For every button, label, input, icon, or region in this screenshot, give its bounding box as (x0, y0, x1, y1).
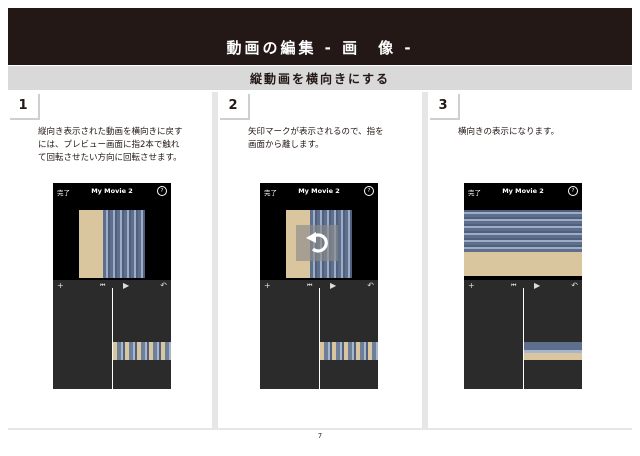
undo-icon[interactable]: ↶ (160, 281, 167, 290)
step-description: 縦向き表示された動画を横向きに戻す には、プレビュー画面に指2本で触れ て回転さ… (38, 126, 206, 165)
page-header: 動画の編集 - 画 像 - (8, 8, 632, 65)
description-line: 縦向き表示された動画を横向きに戻す (38, 127, 183, 137)
description-line: には、プレビュー画面に指2本で触れ (38, 140, 180, 150)
video-preview[interactable] (464, 210, 582, 276)
playhead[interactable] (112, 288, 113, 389)
imovie-top-bar: 完了 My Movie 2 ? (464, 183, 582, 199)
step-2: 2 矢印マークが表示されるので、指を 画面から離します。 完了 My Movie… (218, 92, 422, 428)
timeline-clip[interactable] (320, 342, 378, 360)
phone-screenshot: 完了 My Movie 2 ? + ⏮ ▶ ↶ (260, 183, 378, 389)
rewind-icon[interactable]: ⏮ (100, 282, 105, 290)
preview-curtain-region (464, 210, 582, 252)
rewind-icon[interactable]: ⏮ (307, 282, 312, 290)
page-number: 7 (317, 432, 323, 440)
rotate-overlay (296, 225, 338, 261)
step-description: 横向きの表示になります。 (458, 126, 626, 139)
description-line: 矢印マークが表示されるので、指を (248, 127, 384, 137)
step-number: 1 (8, 92, 38, 118)
timeline-clip[interactable] (524, 342, 582, 360)
phone-screenshot: 完了 My Movie 2 ? + ⏮ ▶ ↶ (464, 183, 582, 389)
help-icon[interactable]: ? (364, 186, 374, 196)
project-title: My Movie 2 (91, 187, 133, 195)
description-line: 横向きの表示になります。 (458, 127, 560, 137)
timeline-panel: + ⏮ ▶ ↶ (53, 280, 171, 389)
add-icon[interactable]: + (57, 281, 64, 290)
help-icon[interactable]: ? (157, 186, 167, 196)
step-description: 矢印マークが表示されるので、指を 画面から離します。 (248, 126, 416, 152)
video-preview[interactable] (79, 210, 145, 278)
description-line: 画面から離します。 (248, 140, 324, 150)
rotate-arrow-icon (306, 232, 328, 253)
rewind-icon[interactable]: ⏮ (511, 282, 516, 290)
play-icon[interactable]: ▶ (330, 281, 336, 290)
help-icon[interactable]: ? (568, 186, 578, 196)
footer-divider (8, 428, 632, 430)
timeline-panel: + ⏮ ▶ ↶ (464, 280, 582, 389)
imovie-top-bar: 完了 My Movie 2 ? (260, 183, 378, 199)
add-icon[interactable]: + (468, 281, 475, 290)
step-number: 3 (428, 92, 458, 118)
section-header: 縦動画を横向きにする (8, 66, 632, 90)
steps-container: 1 縦向き表示された動画を横向きに戻す には、プレビュー画面に指2本で触れ て回… (8, 92, 632, 428)
playhead[interactable] (523, 288, 524, 389)
play-icon[interactable]: ▶ (123, 281, 129, 290)
imovie-top-bar: 完了 My Movie 2 ? (53, 183, 171, 199)
timeline-clip[interactable] (113, 342, 171, 360)
timeline-panel: + ⏮ ▶ ↶ (260, 280, 378, 389)
preview-curtain-region (103, 210, 145, 278)
play-icon[interactable]: ▶ (534, 281, 540, 290)
description-line: て回転させたい方向に回転させます。 (38, 153, 182, 163)
step-1: 1 縦向き表示された動画を横向きに戻す には、プレビュー画面に指2本で触れ て回… (8, 92, 212, 428)
add-icon[interactable]: + (264, 281, 271, 290)
undo-icon[interactable]: ↶ (571, 281, 578, 290)
phone-screenshot: 完了 My Movie 2 ? + ⏮ ▶ ↶ (53, 183, 171, 389)
step-3: 3 横向きの表示になります。 完了 My Movie 2 ? + ⏮ ▶ ↶ (428, 92, 632, 428)
preview-tan-region (79, 210, 103, 278)
page-title: 動画の編集 - 画 像 - (226, 39, 414, 57)
section-title: 縦動画を横向きにする (249, 71, 391, 86)
preview-tan-region (464, 252, 582, 276)
project-title: My Movie 2 (298, 187, 340, 195)
undo-icon[interactable]: ↶ (367, 281, 374, 290)
step-number: 2 (218, 92, 248, 118)
playhead[interactable] (319, 288, 320, 389)
project-title: My Movie 2 (502, 187, 544, 195)
